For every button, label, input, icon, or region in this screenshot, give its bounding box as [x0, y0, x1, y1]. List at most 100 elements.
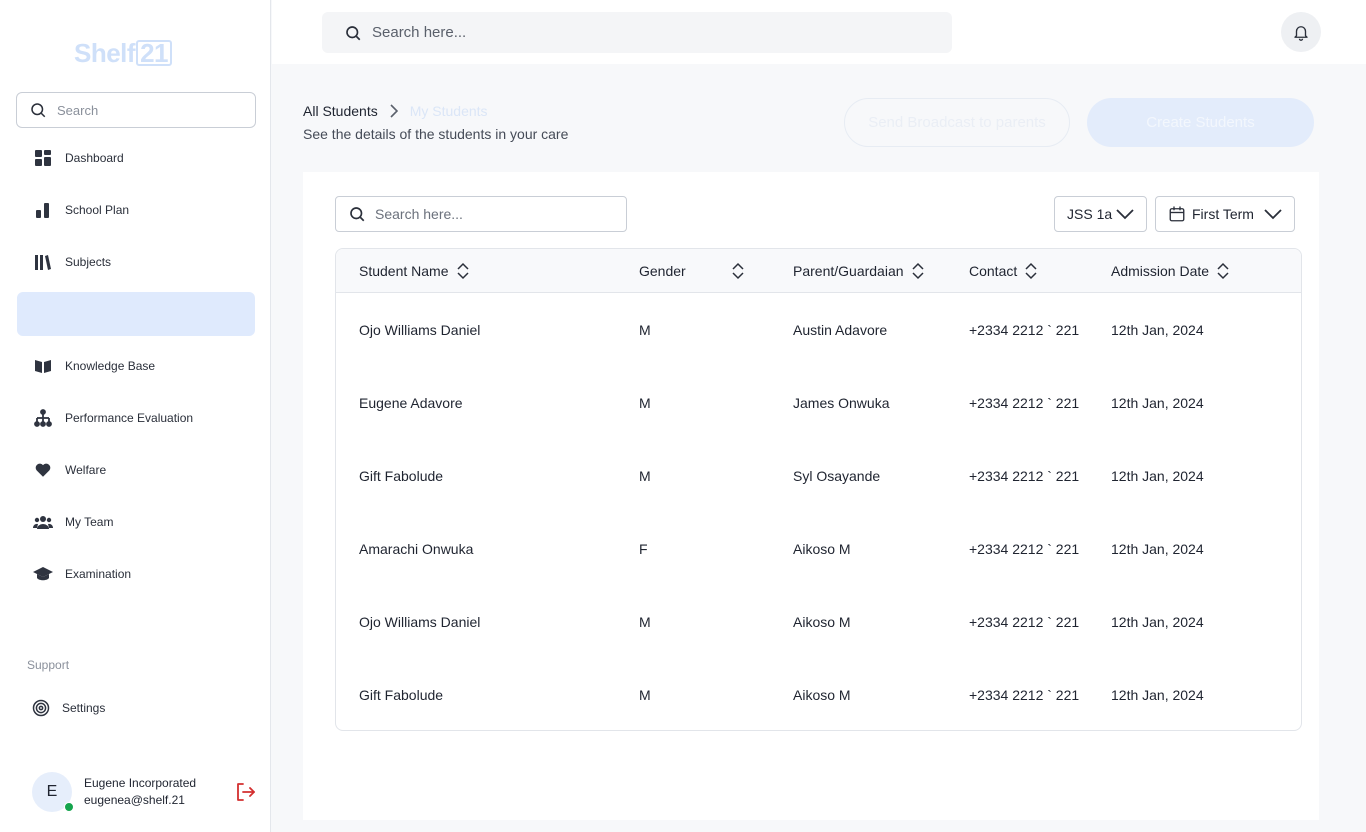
cell-parent: Aikoso M — [793, 540, 851, 557]
sidebar-item-my-team[interactable]: My Team — [17, 500, 255, 544]
cell-contact: +2334 2212 ` 221 — [969, 467, 1080, 484]
breadcrumb-all-students[interactable]: All Students — [303, 103, 378, 119]
sidebar-item-label: Knowledge Base — [65, 359, 156, 373]
sidebar-item-performance-evaluation[interactable]: Performance Evaluation — [17, 396, 255, 440]
sidebar-item-school-plan[interactable]: School Plan — [17, 188, 255, 232]
column-admission-date[interactable]: Admission Date — [1111, 249, 1229, 293]
cell-contact: +2334 2212 ` 221 — [969, 540, 1080, 557]
term-select[interactable]: First Term — [1155, 196, 1295, 232]
cell-contact: +2334 2212 ` 221 — [969, 321, 1080, 338]
gear-icon — [31, 698, 51, 718]
cell-parent: Austin Adavore — [793, 321, 888, 338]
sidebar-search-placeholder: Search — [57, 102, 99, 118]
logo[interactable]: Shelf 21 — [74, 38, 172, 69]
table-row[interactable]: Eugene Adavore M James Onwuka +2334 2212… — [336, 366, 1301, 439]
sidebar-item-label: School Plan — [65, 203, 130, 217]
page-subtitle: See the details of the students in your … — [303, 126, 569, 142]
sidebar-item-label: Welfare — [65, 463, 107, 477]
column-student-name[interactable]: Student Name — [359, 249, 469, 293]
table-header: Student Name Gender Parent/Guardaian Con… — [336, 249, 1301, 293]
sidebar-item-subjects[interactable]: Subjects — [17, 240, 255, 284]
global-search-input[interactable]: Search here... — [322, 12, 952, 53]
cell-student-name: Gift Fabolude — [359, 686, 444, 703]
sort-icon[interactable] — [732, 262, 744, 280]
chevron-right-icon — [390, 104, 398, 118]
table-row[interactable]: Ojo Williams Daniel M Aikoso M +2334 221… — [336, 585, 1301, 658]
graduation-cap-icon — [33, 564, 53, 584]
cell-student-name: Amarachi Onwuka — [359, 540, 474, 557]
breadcrumb-my-students[interactable]: My Students — [410, 103, 488, 119]
sort-icon[interactable] — [456, 262, 469, 280]
chevron-down-icon — [1116, 207, 1134, 221]
class-select-value: JSS 1a — [1067, 206, 1113, 222]
table-row[interactable]: Gift Fabolude M Aikoso M +2334 2212 ` 22… — [336, 658, 1301, 730]
team-icon — [33, 512, 53, 532]
sidebar-item-label: My Team — [65, 515, 114, 529]
sidebar: Shelf 21 Search Dashboard School Plan Sub… — [0, 0, 271, 832]
cell-student-name: Gift Fabolude — [359, 467, 444, 484]
sidebar-item-label: Examination — [65, 567, 132, 581]
sidebar-item-label: Performance Evaluation — [65, 411, 194, 425]
column-contact[interactable]: Contact — [969, 249, 1037, 293]
sort-icon[interactable] — [1025, 262, 1037, 280]
students-table: Student Name Gender Parent/Guardaian Con… — [335, 248, 1302, 731]
notification-bell-icon[interactable] — [1281, 12, 1321, 52]
cell-admission-date: 12th Jan, 2024 — [1111, 467, 1204, 484]
books-icon — [33, 252, 53, 272]
cell-admission-date: 12th Jan, 2024 — [1111, 394, 1204, 411]
table-row[interactable]: Amarachi Onwuka F Aikoso M +2334 2212 ` … — [336, 512, 1301, 585]
search-icon — [29, 101, 47, 119]
sidebar-item-label: Dashboard — [65, 151, 124, 165]
table-row[interactable]: Gift Fabolude M Syl Osayande +2334 2212 … — [336, 439, 1301, 512]
class-select[interactable]: JSS 1a — [1054, 196, 1147, 232]
cell-student-name: Ojo Williams Daniel — [359, 321, 481, 338]
cell-contact: +2334 2212 ` 221 — [969, 394, 1080, 411]
calendar-icon — [1168, 205, 1186, 223]
table-row[interactable]: Ojo Williams Daniel M Austin Adavore +23… — [336, 293, 1301, 366]
cell-parent: Syl Osayande — [793, 467, 881, 484]
cell-student-name: Eugene Adavore — [359, 394, 463, 411]
sort-icon[interactable] — [1217, 262, 1229, 280]
column-gender[interactable]: Gender — [639, 249, 744, 293]
sort-icon[interactable] — [912, 262, 924, 280]
avatar[interactable]: E — [32, 772, 74, 812]
cell-gender: M — [639, 467, 651, 484]
sidebar-item-label: Settings — [62, 701, 106, 715]
cell-parent: Aikoso M — [793, 613, 851, 630]
top-bar: Search here... — [272, 0, 1366, 64]
cell-admission-date: 12th Jan, 2024 — [1111, 613, 1204, 630]
sidebar-search-input[interactable]: Search — [16, 92, 256, 128]
user-profile: E Eugene Incorporated eugenea@shelf.21 — [32, 772, 262, 812]
grid-icon — [33, 148, 53, 168]
logout-icon[interactable] — [235, 782, 257, 802]
chevron-down-icon — [1264, 207, 1282, 221]
students-card: Search here... JSS 1a First Term Student… — [303, 172, 1319, 820]
table-search-placeholder: Search here... — [375, 206, 463, 222]
sidebar-item-welfare[interactable]: Welfare — [17, 448, 255, 492]
cell-parent: James Onwuka — [793, 394, 890, 411]
term-select-value: First Term — [1192, 206, 1254, 222]
create-students-button[interactable]: Create Students — [1087, 98, 1314, 147]
online-status-dot — [64, 802, 74, 812]
cell-admission-date: 12th Jan, 2024 — [1111, 540, 1204, 557]
hierarchy-icon — [33, 408, 53, 428]
cell-admission-date: 12th Jan, 2024 — [1111, 321, 1204, 338]
global-search-placeholder: Search here... — [372, 24, 467, 41]
search-icon — [344, 24, 362, 42]
profile-name: Eugene Incorporated — [84, 776, 197, 790]
sidebar-item-dashboard[interactable]: Dashboard — [17, 136, 255, 180]
search-icon — [348, 205, 366, 223]
cell-gender: M — [639, 321, 651, 338]
sidebar-item-active[interactable] — [17, 292, 255, 336]
bar-chart-icon — [33, 200, 53, 220]
sidebar-item-settings[interactable]: Settings — [17, 686, 255, 730]
profile-email: eugenea@shelf.21 — [84, 793, 185, 807]
send-broadcast-button[interactable]: Send Broadcast to parents — [844, 98, 1070, 147]
cell-gender: M — [639, 394, 651, 411]
table-search-input[interactable]: Search here... — [335, 196, 627, 232]
sidebar-item-knowledge-base[interactable]: Knowledge Base — [17, 344, 255, 388]
sidebar-item-examination[interactable]: Examination — [17, 552, 255, 596]
breadcrumb: All Students My Students — [303, 103, 488, 119]
column-parent-guardian[interactable]: Parent/Guardaian — [793, 249, 924, 293]
open-book-icon — [33, 356, 53, 376]
